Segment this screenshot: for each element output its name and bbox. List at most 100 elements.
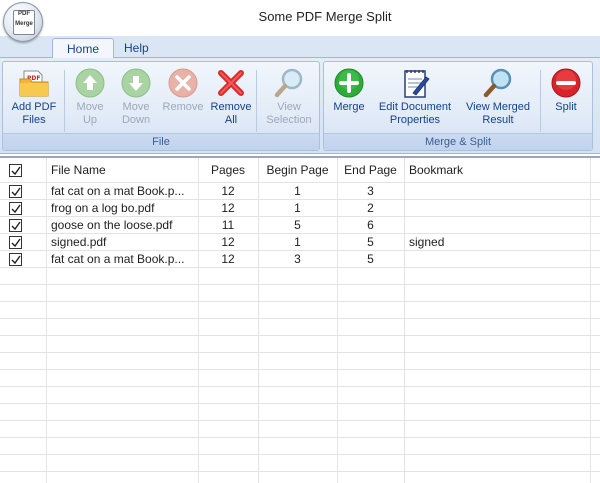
move-down-button[interactable]: Move Down [113,64,159,134]
file-name-cell[interactable]: goose on the loose.pdf [46,216,198,233]
move-up-label-2: Up [82,114,98,126]
bookmark-cell[interactable] [404,199,600,216]
row-checkbox-cell[interactable] [0,250,46,267]
remove-label: Remove [162,101,204,113]
row-checkbox[interactable] [9,218,22,232]
tab-home[interactable]: Home [52,38,115,59]
column-header-bookmark[interactable]: Bookmark [404,158,600,182]
begin-page-cell[interactable]: 1 [258,182,337,199]
app-menu-button[interactable]: PDF Merge [3,2,43,42]
ribbon-separator [540,70,541,132]
file-name-cell[interactable]: signed.pdf [46,233,198,250]
merge-split-group-label: Merge & Split [324,133,592,150]
split-button[interactable]: Split [544,64,588,134]
merge-button[interactable]: Merge [326,64,372,134]
begin-page-cell[interactable]: 5 [258,216,337,233]
view-selection-button[interactable]: View Selection [259,64,319,134]
end-page-cell[interactable]: 5 [337,233,404,250]
table-row[interactable]: fat cat on a mat Book.p... 12 3 5 [0,250,600,267]
view-merged-result-label-2: Result [482,114,514,126]
file-name-cell[interactable]: fat cat on a mat Book.p... [46,250,198,267]
files-table: File Name Pages Begin Page End Page Book… [0,158,600,267]
move-up-button[interactable]: Move Up [67,64,113,134]
pages-cell: 12 [221,251,235,266]
column-header-file-name[interactable]: File Name [46,158,198,182]
red-minus-icon [550,67,582,99]
view-merged-result-button[interactable]: View Merged Result [458,64,538,134]
red-x-icon [215,67,247,99]
row-checkbox[interactable] [9,201,22,215]
notepad-icon [399,67,431,99]
view-selection-label-2: Selection [266,114,312,126]
pages-cell: 12 [221,234,235,249]
merge-split-group: Merge Edit Document Properties View Merg… [323,61,593,151]
magnifier-icon [273,67,305,99]
row-checkbox-cell[interactable] [0,216,46,233]
row-checkbox[interactable] [9,235,22,249]
magnifier-icon [482,67,514,99]
row-checkbox[interactable] [9,184,22,198]
select-all-checkbox[interactable] [9,164,22,178]
logo-text-pdf: PDF [18,11,30,17]
file-group-label: File [3,133,319,150]
bookmark-cell[interactable]: signed [404,233,600,250]
move-down-label-2: Down [121,114,151,126]
pages-cell: 12 [221,183,235,198]
ribbon-separator [64,70,65,132]
file-list-table: File Name Pages Begin Page End Page Book… [0,156,600,483]
remove-button[interactable]: Remove [159,64,207,134]
tab-help[interactable]: Help [110,38,163,59]
edit-document-properties-button[interactable]: Edit Document Properties [372,64,458,134]
remove-all-label-2: All [224,114,238,126]
table-row[interactable]: fat cat on a mat Book.p... 12 1 3 [0,182,600,199]
file-name-cell[interactable]: fat cat on a mat Book.p... [46,182,198,199]
green-plus-icon [333,67,365,99]
column-header-begin-page[interactable]: Begin Page [258,158,337,182]
arrow-up-icon [74,67,106,99]
bookmark-cell[interactable] [404,216,600,233]
table-header-row: File Name Pages Begin Page End Page Book… [0,158,600,182]
end-page-cell[interactable]: 3 [337,182,404,199]
logo-text-merge: Merge [15,21,33,27]
view-merged-result-label: View Merged [466,101,530,113]
move-down-label: Move [122,101,150,113]
row-checkbox-cell[interactable] [0,233,46,250]
file-group: PDF Add PDF Files Move Up Move Down Remo… [2,61,320,151]
split-label: Split [555,101,577,113]
end-page-cell[interactable]: 5 [337,250,404,267]
row-checkbox-cell[interactable] [0,199,46,216]
edit-document-properties-label: Edit Document [378,101,452,113]
begin-page-cell[interactable]: 1 [258,233,337,250]
folder-icon: PDF [18,67,50,99]
column-header-end-page[interactable]: End Page [337,158,404,182]
add-pdf-files-label-2: Files [22,114,46,126]
table-row[interactable]: goose on the loose.pdf 11 5 6 [0,216,600,233]
ribbon-tab-bar: Home Help [0,36,600,59]
file-name-cell[interactable]: frog on a log bo.pdf [46,199,198,216]
select-all-header[interactable] [0,158,46,182]
edit-document-properties-label-2: Properties [389,114,441,126]
title-bar: PDF Merge Some PDF Merge Split [0,0,600,42]
merge-label: Merge [333,101,365,113]
row-checkbox[interactable] [9,252,22,266]
bookmark-cell[interactable] [404,182,600,199]
pdf-merge-logo-icon: PDF Merge [13,10,35,35]
column-header-pages[interactable]: Pages [198,158,258,182]
remove-icon [167,67,199,99]
remove-all-button[interactable]: Remove All [207,64,255,134]
pages-cell: 11 [221,217,235,232]
remove-all-label: Remove [210,101,252,113]
table-row[interactable]: frog on a log bo.pdf 12 1 2 [0,199,600,216]
view-selection-label: View [277,101,301,113]
end-page-cell[interactable]: 6 [337,216,404,233]
begin-page-cell[interactable]: 1 [258,199,337,216]
end-page-cell[interactable]: 2 [337,199,404,216]
move-up-label: Move [76,101,104,113]
table-row[interactable]: signed.pdf 12 1 5 signed [0,233,600,250]
add-pdf-files-button[interactable]: PDF Add PDF Files [5,64,63,134]
bookmark-cell[interactable] [404,250,600,267]
window-title: Some PDF Merge Split [258,9,392,24]
add-pdf-files-label: Add PDF [11,101,57,113]
row-checkbox-cell[interactable] [0,182,46,199]
begin-page-cell[interactable]: 3 [258,250,337,267]
